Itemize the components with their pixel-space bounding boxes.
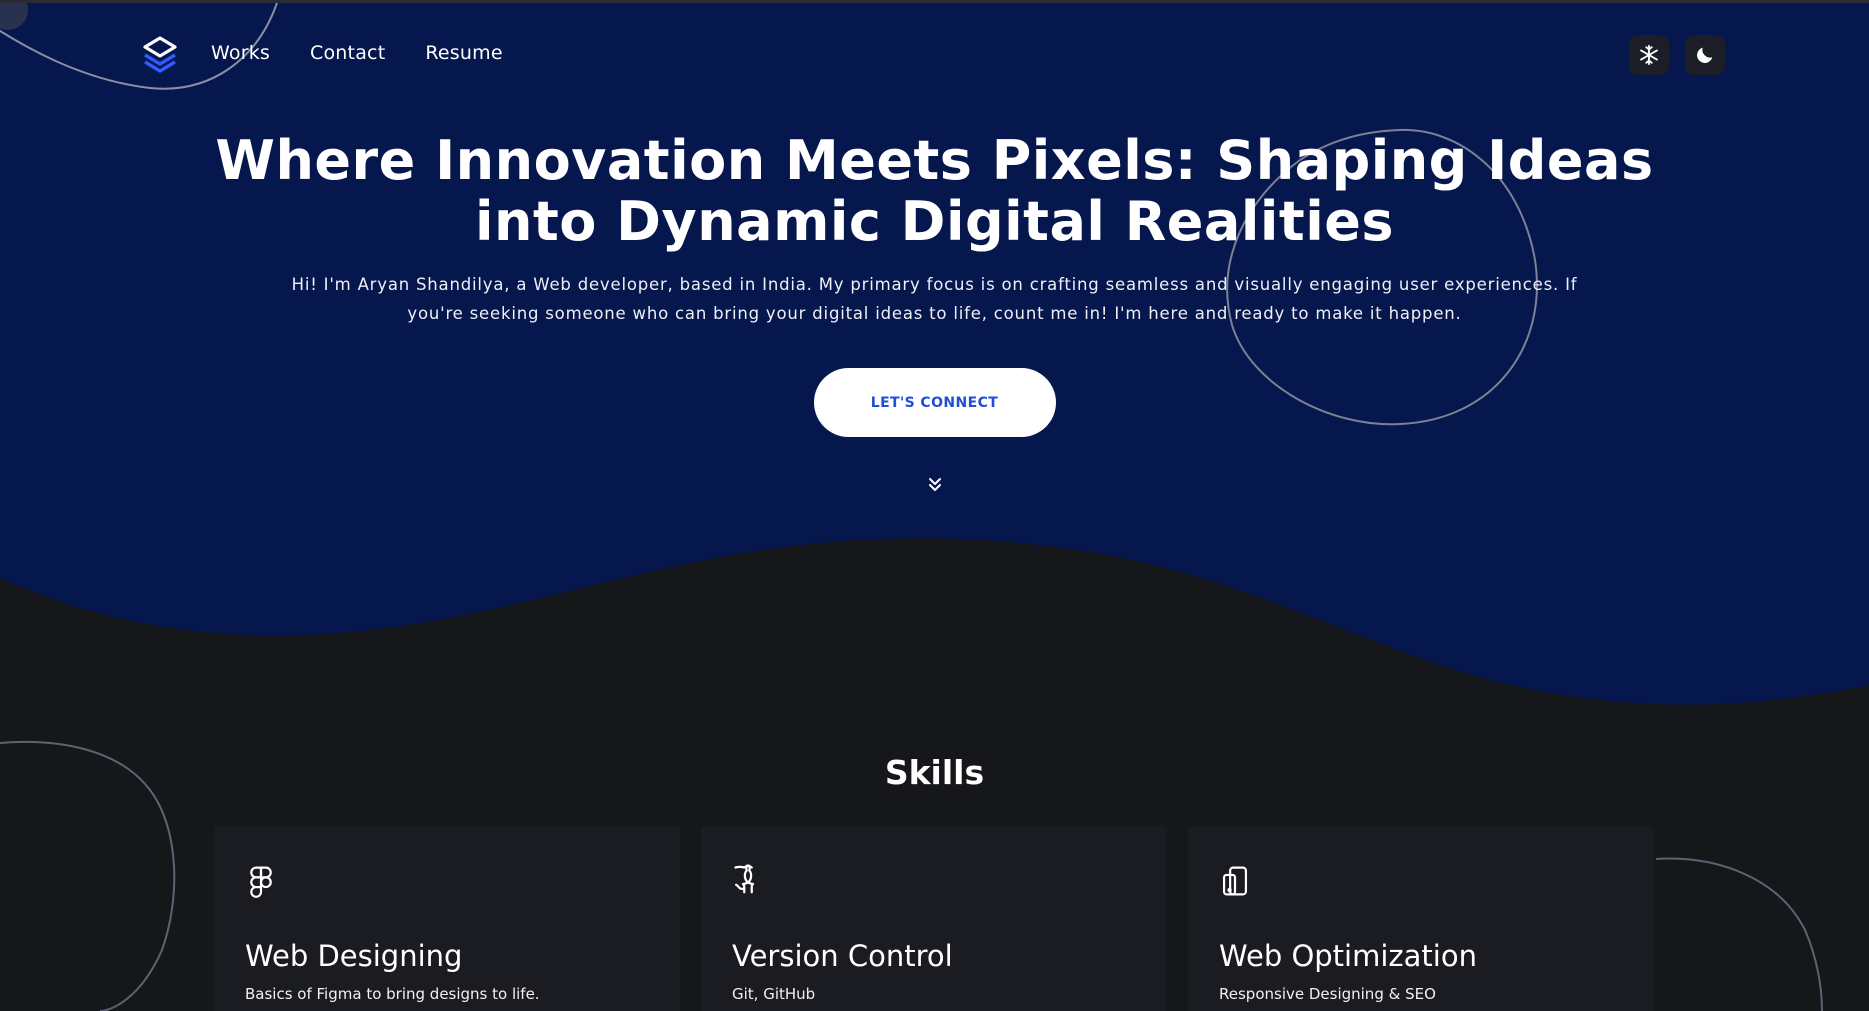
nav-link-contact[interactable]: Contact xyxy=(310,42,385,64)
skill-card-web-designing: Web Designing Basics of Figma to bring d… xyxy=(214,826,680,1011)
skill-card-title: Web Optimization xyxy=(1219,939,1477,973)
stacked-layers-logo-icon[interactable] xyxy=(142,35,178,75)
hero-section: Where Innovation Meets Pixels: Shaping I… xyxy=(0,130,1869,437)
double-chevron-down-icon[interactable] xyxy=(925,475,945,495)
portfolio-page: Works Contact Resume Where Innovation Me… xyxy=(0,0,1869,1011)
hero-title-line-2: into Dynamic Digital Realities xyxy=(475,190,1394,253)
github-icon xyxy=(733,864,763,898)
hero-title: Where Innovation Meets Pixels: Shaping I… xyxy=(185,130,1685,252)
hero-title-line-1: Where Innovation Meets Pixels: Shaping I… xyxy=(215,129,1654,192)
nav-link-works[interactable]: Works xyxy=(211,42,270,64)
skill-card-web-optimization: Web Optimization Responsive Designing & … xyxy=(1188,826,1654,1011)
top-navigation: Works Contact Resume xyxy=(0,0,1869,110)
skill-card-title: Version Control xyxy=(732,939,953,973)
mobile-device-icon xyxy=(1220,864,1250,898)
skill-card-description: Git, GitHub xyxy=(732,985,816,1003)
skill-card-description: Responsive Designing & SEO xyxy=(1219,985,1436,1003)
hero-intro-line-2: you're seeking someone who can bring you… xyxy=(407,304,1462,323)
lets-connect-button[interactable]: LET'S CONNECT xyxy=(813,368,1056,437)
top-border xyxy=(0,0,1869,3)
skill-card-description: Basics of Figma to bring designs to life… xyxy=(245,985,540,1003)
skills-heading: Skills xyxy=(884,753,985,792)
hero-intro-line-1: Hi! I'm Aryan Shandilya, a Web developer… xyxy=(291,275,1578,294)
skill-card-title: Web Designing xyxy=(245,939,463,973)
skills-cards: Web Designing Basics of Figma to bring d… xyxy=(214,826,1656,1011)
skill-card-version-control: Version Control Git, GitHub xyxy=(701,826,1167,1011)
nav-link-resume[interactable]: Resume xyxy=(425,42,502,64)
snowflake-toggle-button[interactable] xyxy=(1629,35,1669,75)
nav-links: Works Contact Resume xyxy=(211,42,543,64)
figma-icon xyxy=(246,864,276,898)
dark-mode-toggle-button[interactable] xyxy=(1685,35,1725,75)
moon-icon xyxy=(1697,47,1713,63)
snowflake-icon xyxy=(1640,44,1658,66)
hero-intro-text: Hi! I'm Aryan Shandilya, a Web developer… xyxy=(270,270,1600,328)
